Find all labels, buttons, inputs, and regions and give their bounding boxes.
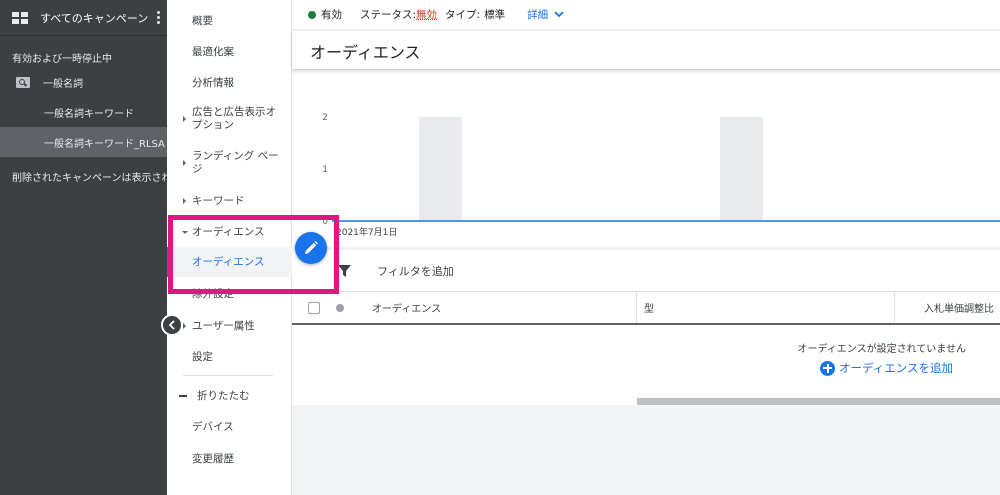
collapse-panel-button[interactable]: [161, 314, 183, 336]
nav-exclusions[interactable]: 除外設定: [167, 286, 292, 301]
chart-card: 2 1 0 2021年7月1日: [292, 73, 1000, 247]
nav-audiences[interactable]: オーディエンス: [167, 247, 292, 277]
nav-change-history[interactable]: 変更履歴: [167, 451, 292, 466]
column-separator: [636, 292, 637, 323]
pencil-icon: [305, 241, 318, 254]
nav-settings[interactable]: 設定: [167, 349, 292, 364]
column-bid-adjustment[interactable]: 入札単価調整比: [924, 292, 994, 323]
filter-icon[interactable]: [338, 264, 351, 277]
add-audience-button[interactable]: オーディエンスを追加: [820, 360, 953, 376]
page-header: オーディエンス: [292, 31, 1000, 69]
campaign-label: 一般名詞キーワード_RLSA: [44, 138, 165, 150]
nav-keywords[interactable]: キーワード: [167, 193, 292, 208]
campaign-item-selected[interactable]: 一般名詞キーワード_RLSA: [0, 127, 167, 157]
chevron-left-icon: [168, 320, 175, 330]
nav-user-attributes[interactable]: ユーザー属性: [167, 318, 292, 333]
campaign-label: 一般名詞キーワード: [44, 108, 134, 120]
performance-chart: 2 1 0 2021年7月1日: [322, 113, 1000, 238]
type-value: 標準: [484, 9, 506, 21]
chevron-down-icon: [554, 11, 564, 18]
edit-button[interactable]: [295, 232, 327, 264]
audience-table: フィルタを追加 オーディエンス 型 入札単価調整比 オーディエンスが設定されてい…: [292, 250, 1000, 405]
empty-state-message: オーディエンスが設定されていません: [797, 344, 967, 355]
campaign-panel-header[interactable]: すべてのキャンペーン: [0, 0, 167, 36]
ad-group-label: 一般名詞: [43, 78, 83, 90]
column-type[interactable]: 型: [644, 292, 654, 323]
y-tick-label: 2: [322, 113, 328, 123]
y-tick-label: 1: [322, 165, 328, 175]
add-filter-label[interactable]: フィルタを追加: [377, 263, 454, 279]
status-value[interactable]: 無効: [416, 7, 437, 22]
main-content: 有効 ステータス: 無効 タイプ: 標準 詳細 オーディエンス 2 1 0 20…: [292, 0, 1000, 495]
nav-ads-extensions-line2: プション: [192, 119, 234, 131]
nav-devices[interactable]: デバイス: [167, 419, 292, 434]
table-header: オーディエンス 型 入札単価調整比: [292, 292, 1000, 325]
type-label: タイプ:: [445, 9, 481, 21]
nav-collapse-label: 折りたたむ: [197, 390, 250, 402]
status-column-icon: [336, 292, 344, 323]
search-campaign-icon: [16, 76, 30, 88]
section-label: 有効および一時停止中: [12, 54, 112, 65]
nav-landing-pages-line2: ジ: [192, 163, 203, 175]
enabled-label: 有効: [321, 9, 342, 21]
add-audience-label: オーディエンスを追加: [839, 361, 953, 375]
campaign-tree-panel: すべてのキャンペーン 有効および一時停止中 一般名詞 一般名詞キーワード 一般名…: [0, 0, 167, 495]
chart-band: [419, 117, 462, 221]
y-tick-label: 0: [322, 217, 328, 227]
removed-campaigns-note: 削除されたキャンペーンは表示されません: [12, 173, 167, 184]
nav-landing-pages[interactable]: ランディング ペー ジ: [167, 150, 292, 176]
nav-ads-extensions-line1: 広告と広告表示オ: [192, 106, 276, 118]
filter-bar[interactable]: フィルタを追加: [292, 250, 1000, 292]
campaign-item[interactable]: 一般名詞キーワード: [0, 97, 167, 127]
chart-band: [720, 117, 763, 221]
column-separator: [894, 292, 895, 323]
nav-collapse[interactable]: 折りたたむ: [167, 388, 292, 403]
nav-insights[interactable]: 分析情報: [167, 75, 292, 90]
add-circle-icon: [820, 360, 836, 376]
page-title: オーディエンス: [310, 43, 421, 62]
page-nav: 概要 最適化案 分析情報 広告と広告表示オ プション ランディング ペー ジ キ…: [167, 0, 292, 495]
ad-group-item[interactable]: 一般名詞: [0, 67, 167, 97]
nav-divider: [183, 375, 273, 376]
all-campaigns-title[interactable]: すべてのキャンペーン: [40, 10, 148, 26]
column-audience[interactable]: オーディエンス: [372, 292, 441, 323]
select-all-checkbox[interactable]: [308, 292, 320, 323]
x-start-label: 2021年7月1日: [336, 226, 397, 238]
status-label: ステータス:: [360, 9, 417, 21]
nav-ads-extensions[interactable]: 広告と広告表示オ プション: [167, 106, 292, 132]
more-vert-icon[interactable]: [157, 11, 161, 24]
enabled-status-icon: [308, 10, 316, 19]
nav-audiences-group[interactable]: オーディエンス: [167, 224, 292, 239]
details-label: 詳細: [527, 9, 549, 21]
horizontal-scrollbar-thumb[interactable]: [637, 398, 1000, 405]
nav-landing-pages-line1: ランディング ペー: [192, 150, 279, 162]
nav-recommendations[interactable]: 最適化案: [167, 44, 292, 59]
minus-icon: [179, 395, 187, 397]
grid-icon: [12, 11, 28, 24]
status-bar: 有効 ステータス: 無効 タイプ: 標準 詳細: [292, 0, 1000, 30]
details-toggle[interactable]: 詳細: [527, 7, 564, 22]
nav-overview[interactable]: 概要: [167, 13, 292, 28]
